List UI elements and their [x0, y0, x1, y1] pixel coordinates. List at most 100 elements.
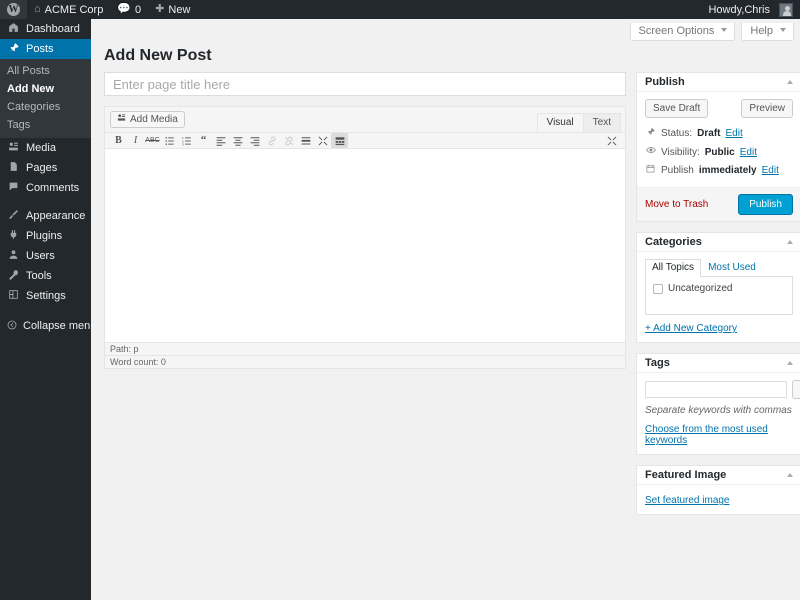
numbered-list-icon[interactable]: 123 — [178, 133, 195, 148]
sidebar-item-posts[interactable]: Posts — [0, 39, 91, 59]
most-used-tags-link[interactable]: Choose from the most used keywords — [645, 424, 793, 446]
categories-tabs: All Topics Most Used — [645, 259, 793, 277]
post-schedule-row: Publish immediately Edit — [645, 161, 793, 179]
sidebar-item-media[interactable]: Media — [0, 138, 91, 158]
publish-metabox-title: Publish — [645, 75, 685, 88]
toolbar-toggle-icon[interactable] — [331, 133, 348, 148]
collapse-arrow-icon — [7, 320, 17, 333]
tab-visual[interactable]: Visual — [536, 113, 584, 132]
categories-metabox-header: Categories — [637, 233, 800, 252]
avatar — [779, 2, 793, 17]
category-checkbox[interactable] — [653, 283, 663, 294]
distraction-free-icon[interactable] — [314, 133, 331, 148]
categories-checklist: Uncategorized — [645, 277, 793, 315]
comment-bubble-icon — [7, 181, 20, 195]
wp-logo-menu[interactable]: W — [0, 0, 27, 19]
main-content: Screen Options Help Add New Post Add Med… — [91, 19, 800, 600]
add-tag-button[interactable]: Add — [792, 380, 800, 399]
bulleted-list-icon[interactable] — [161, 133, 178, 148]
tag-entry-row: Add — [645, 380, 800, 399]
tab-all-topics[interactable]: All Topics — [645, 259, 702, 277]
visibility-value: Public — [704, 146, 735, 158]
publish-button[interactable]: Publish — [738, 194, 793, 215]
sidebar-item-label: Media — [26, 142, 56, 154]
schedule-value: immediately — [698, 165, 757, 176]
sidebar-item-label: Plugins — [26, 230, 63, 242]
chevron-up-icon[interactable] — [787, 473, 793, 477]
svg-text:3: 3 — [182, 142, 184, 146]
collapse-menu-button[interactable]: Collapse menu — [0, 316, 96, 336]
sidebar-item-label: Users — [26, 250, 55, 262]
tag-input[interactable] — [645, 381, 787, 398]
sidebar-item-appearance[interactable]: Appearance — [0, 206, 91, 226]
screen-options-label: Screen Options — [638, 25, 715, 37]
chevron-up-icon[interactable] — [787, 80, 793, 84]
chevron-up-icon[interactable] — [787, 361, 793, 365]
post-title-input[interactable] — [104, 72, 626, 96]
add-new-category-link[interactable]: + Add New Category — [645, 323, 793, 334]
tags-metabox-title: Tags — [645, 356, 670, 369]
tab-text[interactable]: Text — [582, 113, 621, 132]
help-button[interactable]: Help — [741, 23, 794, 41]
tab-most-used[interactable]: Most Used — [701, 259, 763, 277]
move-to-trash-link[interactable]: Move to Trash — [645, 199, 708, 210]
set-featured-image-link[interactable]: Set featured image — [645, 495, 730, 506]
align-right-icon[interactable] — [246, 133, 263, 148]
editor-toolbar: B I ABC 123 “ — [105, 132, 625, 149]
comment-bubble-icon: 💬 — [117, 3, 132, 15]
sidebar-item-all-posts[interactable]: All Posts — [0, 62, 91, 80]
categories-metabox: Categories All Topics Most Used Uncatego… — [636, 232, 800, 343]
comments-bubble[interactable]: 💬 0 — [110, 0, 148, 19]
collapse-menu-label: Collapse menu — [23, 320, 97, 332]
edit-status-link[interactable]: Edit — [725, 127, 742, 140]
edit-schedule-link[interactable]: Edit — [762, 164, 779, 177]
remove-link-icon[interactable] — [280, 133, 297, 148]
new-content-menu[interactable]: ✚ New — [148, 0, 197, 19]
add-media-button[interactable]: Add Media — [110, 111, 185, 128]
sidebar-item-settings[interactable]: Settings — [0, 286, 91, 306]
pin-icon — [7, 42, 20, 56]
sidebar-item-categories[interactable]: Categories — [0, 98, 91, 116]
category-item-uncategorized[interactable]: Uncategorized — [653, 283, 785, 294]
featured-image-metabox-title: Featured Image — [645, 468, 727, 481]
editor-mode-tabs: Visual Text — [536, 113, 621, 132]
paintbrush-icon — [7, 209, 20, 223]
calendar-icon — [645, 164, 656, 177]
sidebar-item-pages[interactable]: Pages — [0, 158, 91, 178]
sidebar-item-tags[interactable]: Tags — [0, 116, 91, 134]
sidebar-item-add-new[interactable]: Add New — [0, 80, 91, 98]
strikethrough-icon[interactable]: ABC — [144, 133, 161, 148]
plus-icon: ✚ — [155, 3, 165, 15]
italic-icon[interactable]: I — [127, 133, 144, 148]
align-left-icon[interactable] — [212, 133, 229, 148]
admin-bar: W ⌂ ACME Corp 💬 0 ✚ New Howdy,Chris — [0, 0, 800, 19]
save-draft-button[interactable]: Save Draft — [645, 99, 709, 118]
edit-visibility-link[interactable]: Edit — [740, 146, 757, 159]
site-name-label: ACME Corp — [44, 3, 104, 16]
sidebar-item-dashboard[interactable]: Dashboard — [0, 19, 91, 39]
insert-read-more-icon[interactable] — [297, 133, 314, 148]
my-account-menu[interactable]: Howdy,Chris — [701, 0, 800, 19]
page-title: Add New Post — [104, 47, 212, 64]
fullscreen-toggle-icon[interactable] — [603, 133, 620, 148]
major-publishing-actions: Move to Trash Publish — [637, 187, 800, 221]
publish-metabox-body: Save Draft Preview Status: Draft Edit Vi… — [637, 92, 800, 187]
screen-options-button[interactable]: Screen Options — [629, 23, 736, 41]
align-center-icon[interactable] — [229, 133, 246, 148]
site-name-menu[interactable]: ⌂ ACME Corp — [27, 0, 110, 19]
sidebar-item-users[interactable]: Users — [0, 246, 91, 266]
comment-count: 0 — [135, 3, 142, 16]
editor-content-area[interactable] — [105, 149, 625, 342]
sidebar-item-tools[interactable]: Tools — [0, 266, 91, 286]
blockquote-icon[interactable]: “ — [195, 133, 212, 148]
posts-submenu: All Posts Add New Categories Tags — [0, 59, 91, 138]
chevron-up-icon[interactable] — [787, 240, 793, 244]
bold-icon[interactable]: B — [110, 133, 127, 148]
sidebar-item-comments[interactable]: Comments — [0, 178, 91, 198]
categories-metabox-body: All Topics Most Used Uncategorized + Add… — [637, 252, 800, 342]
insert-link-icon[interactable] — [263, 133, 280, 148]
sidebar-item-plugins[interactable]: Plugins — [0, 226, 91, 246]
wordpress-logo-icon: W — [7, 3, 20, 16]
sidebar-item-label: Settings — [26, 290, 66, 302]
preview-button[interactable]: Preview — [741, 99, 793, 118]
